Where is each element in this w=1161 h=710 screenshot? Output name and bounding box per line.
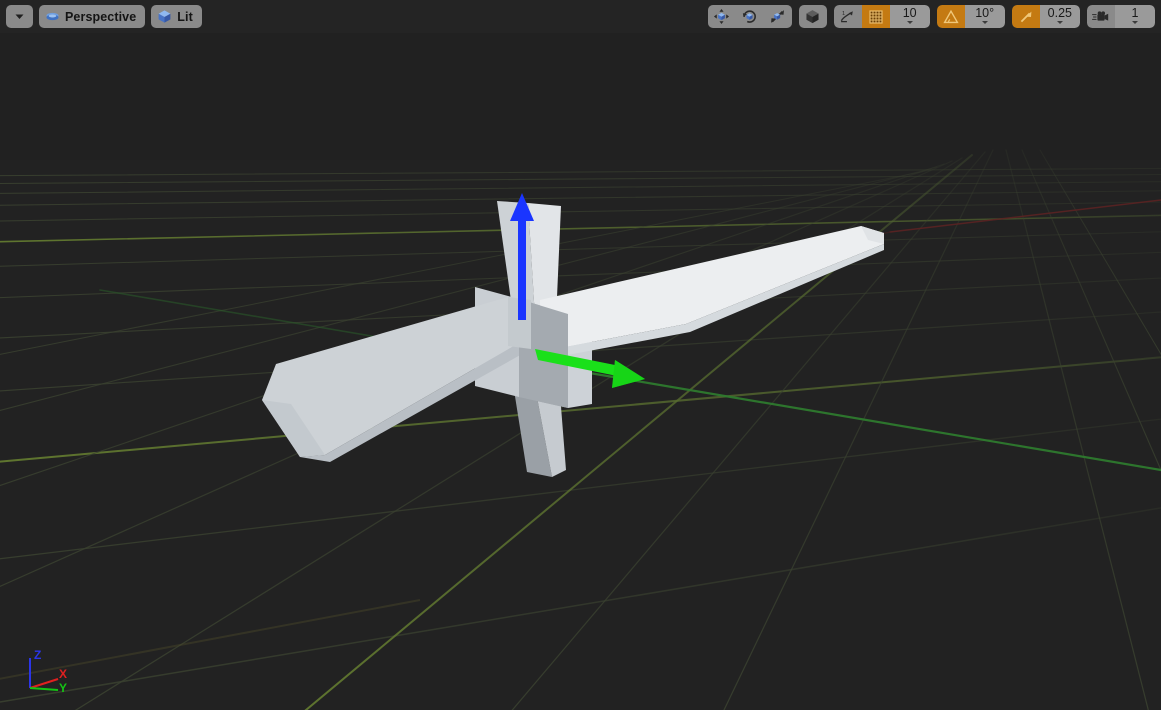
viewport-options-dropdown[interactable] [6, 5, 33, 28]
scale-gizmo-icon [771, 10, 785, 23]
viewport-3d-scene[interactable]: Z X Y [0, 0, 1161, 710]
scale-snap-toggle[interactable] [1011, 5, 1040, 28]
angle-snap-icon [943, 9, 959, 23]
chevron-down-icon [981, 21, 988, 25]
axis-label-x: X [59, 667, 67, 681]
svg-text:1: 1 [842, 11, 845, 17]
angle-snap-value-text: 10° [975, 5, 995, 20]
chevron-down-icon [1132, 21, 1138, 25]
grid-snap-icon [869, 9, 883, 24]
camera-speed-icon [1092, 10, 1109, 21]
viewport-toolbar: Perspective Lit 1 10 10° 0.25 1 [0, 0, 1161, 33]
axis-label-z: Z [34, 648, 41, 662]
scale-snap-pair: 0.25 [1011, 5, 1080, 28]
coordinate-system-button[interactable] [798, 5, 827, 28]
angle-snap-pair: 10° [936, 5, 1005, 28]
surface-snap-icon: 1 [840, 11, 853, 23]
toolbar-left-group: Perspective Lit [6, 5, 202, 28]
scale-snap-value[interactable]: 0.25 [1039, 5, 1080, 28]
chevron-down-icon [906, 21, 913, 25]
angle-snap-group: 10° [936, 5, 1005, 28]
camera-speed-value[interactable]: 1 [1115, 5, 1155, 28]
perspective-button[interactable]: Perspective [39, 5, 146, 28]
editor-viewport-window: Z X Y Perspective Lit 1 10 10° 0.25 1 [0, 0, 1161, 710]
coordinate-system-group [798, 5, 827, 28]
camera-speed-group: 1 [1087, 5, 1155, 28]
camera-speed-toggle[interactable] [1087, 5, 1115, 28]
grid-snap-value-text: 10 [902, 5, 917, 20]
lit-label: Lit [177, 9, 193, 24]
rotate-tool-button[interactable] [735, 5, 764, 28]
cube-icon [158, 10, 171, 23]
world-axis-gizmo: Z X Y [29, 648, 67, 695]
perspective-label: Perspective [65, 9, 137, 24]
grid-snap-group: 1 10 [833, 5, 930, 28]
move-gizmo-icon [714, 8, 730, 25]
camera-icon [46, 12, 59, 21]
camera-speed-value-text: 1 [1131, 5, 1139, 20]
axis-label-y: Y [59, 681, 67, 695]
world-cube-icon [806, 10, 819, 24]
scale-snap-group: 0.25 [1011, 5, 1080, 28]
toolbar-right-group: 1 10 10° 0.25 1 [707, 5, 1155, 28]
move-tool-button[interactable] [707, 5, 736, 28]
chevron-down-icon [1056, 21, 1063, 25]
chevron-down-icon [15, 14, 24, 19]
scale-snap-value-text: 0.25 [1047, 5, 1072, 20]
grid-snap-toggle[interactable] [861, 5, 890, 28]
grid-snap-value[interactable]: 10 [889, 5, 930, 28]
camera-speed-pair: 1 [1087, 5, 1155, 28]
scale-snap-icon [1020, 11, 1032, 22]
angle-snap-value[interactable]: 10° [964, 5, 1005, 28]
grid-snap-pair: 1 10 [833, 5, 930, 28]
transform-tools-group [707, 5, 792, 28]
surface-snap-button[interactable]: 1 [833, 5, 862, 28]
rotate-gizmo-icon [743, 10, 757, 23]
angle-snap-toggle[interactable] [936, 5, 965, 28]
lit-button[interactable]: Lit [151, 5, 202, 28]
selected-mesh-cross-blade[interactable] [0, 0, 1161, 710]
scale-tool-button[interactable] [763, 5, 792, 28]
